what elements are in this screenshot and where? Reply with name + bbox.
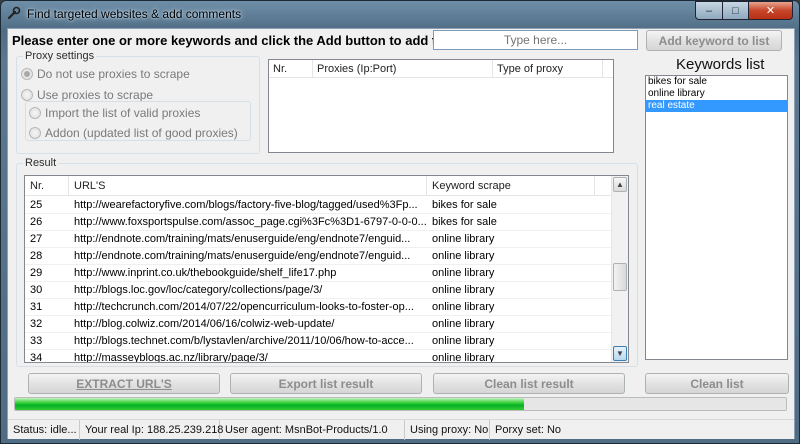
cell-keyword: online library	[432, 318, 495, 330]
table-row[interactable]: 32 http://blog.colwiz.com/2014/06/16/colw…	[25, 316, 613, 333]
radio-label: Import the list of valid proxies	[45, 106, 201, 120]
cell-nr: 31	[30, 301, 43, 313]
list-item[interactable]: online library	[646, 88, 787, 100]
column-urls[interactable]: URL'S	[69, 176, 427, 195]
cell-keyword: online library	[432, 250, 495, 262]
cell-keyword: online library	[432, 301, 495, 313]
cell-url: http://techcrunch.com/2014/07/22/opencur…	[74, 301, 414, 313]
title-bar[interactable]: Find targeted websites & add comments – …	[1, 1, 799, 27]
radio-label: Do not use proxies to scrape	[37, 67, 190, 81]
cell-url: http://blogs.technet.com/b/lystavlen/arc…	[74, 335, 414, 347]
status-user-agent: User agent: MsnBot-Products/1.0	[220, 420, 405, 440]
cell-nr: 32	[30, 318, 43, 330]
window-title: Find targeted websites & add comments	[27, 7, 242, 21]
status-ip: Your real Ip: 188.25.239.218	[80, 420, 223, 440]
list-item[interactable]: bikes for sale	[646, 76, 787, 88]
result-legend: Result	[23, 157, 59, 169]
table-row[interactable]: 33 http://blogs.technet.com/b/lystavlen/a…	[25, 333, 613, 350]
radio-circle[interactable]	[21, 89, 33, 101]
scroll-up-icon[interactable]: ▲	[613, 177, 627, 192]
maximize-button[interactable]: □	[722, 1, 748, 20]
clean-result-button[interactable]: Clean list result	[433, 373, 625, 394]
cell-keyword: bikes for sale	[432, 199, 497, 211]
progress-fill	[15, 398, 524, 410]
cell-keyword: online library	[432, 352, 495, 363]
table-row[interactable]: 25 http://wearefactoryfive.com/blogs/fact…	[25, 197, 613, 214]
keywords-list[interactable]: bikes for sale online library real estat…	[645, 75, 788, 360]
cell-url: http://blog.colwiz.com/2014/06/16/colwiz…	[74, 318, 335, 330]
cell-url: http://blogs.loc.gov/loc/category/collec…	[74, 284, 323, 296]
minimize-button[interactable]: –	[695, 1, 722, 20]
progress-bar	[14, 397, 787, 411]
table-row[interactable]: 29 http://www.inprint.co.uk/thebookguide/…	[25, 265, 613, 282]
status-bar: Status: idle... Your real Ip: 188.25.239…	[8, 419, 794, 440]
result-table-body: 25 http://wearefactoryfive.com/blogs/fact…	[25, 197, 613, 363]
column-nr[interactable]: Nr.	[269, 60, 313, 77]
proxy-settings-group: Proxy settings Do not use proxies to scr…	[16, 50, 260, 154]
cell-keyword: online library	[432, 233, 495, 245]
proxy-source-group: Import the list of valid proxies Addon (…	[25, 101, 251, 141]
result-table-header: Nr. URL'S Keyword scrape	[25, 176, 613, 196]
result-table[interactable]: Nr. URL'S Keyword scrape 25 http://wearef…	[24, 175, 629, 363]
cell-url: http://www.foxsportspulse.com/assoc_page…	[74, 216, 427, 228]
cell-url: http://masseyblogs.ac.nz/library/page/3/	[74, 352, 268, 363]
client-area: Please enter one or more keywords and cl…	[7, 28, 795, 440]
keywords-list-title: Keywords list	[676, 56, 765, 73]
cell-url: http://www.inprint.co.uk/thebookguide/sh…	[74, 267, 337, 279]
radio-no-proxy[interactable]: Do not use proxies to scrape	[21, 67, 190, 81]
column-keyword-scrape[interactable]: Keyword scrape	[427, 176, 595, 195]
radio-circle[interactable]	[21, 68, 33, 80]
cell-url: http://endnote.com/training/mats/enuserg…	[74, 250, 411, 262]
cell-url: http://endnote.com/training/mats/enuserg…	[74, 233, 411, 245]
keyword-input[interactable]	[433, 30, 638, 50]
proxy-settings-legend: Proxy settings	[23, 50, 97, 62]
table-row[interactable]: 34 http://masseyblogs.ac.nz/library/page/…	[25, 350, 613, 363]
table-row[interactable]: 30 http://blogs.loc.gov/loc/category/coll…	[25, 282, 613, 299]
cell-keyword: bikes for sale	[432, 216, 497, 228]
column-proxy-type[interactable]: Type of proxy	[493, 60, 603, 77]
radio-label: Use proxies to scrape	[37, 88, 154, 102]
radio-circle[interactable]	[29, 127, 41, 139]
status-state: Status: idle...	[8, 420, 80, 440]
radio-addon-proxies[interactable]: Addon (updated list of good proxies)	[29, 126, 238, 140]
extract-urls-button[interactable]: EXTRACT URL'S	[28, 373, 220, 394]
table-row[interactable]: 31 http://techcrunch.com/2014/07/22/openc…	[25, 299, 613, 316]
proxy-table-header: Nr. Proxies (Ip:Port) Type of proxy	[269, 60, 613, 78]
result-scrollbar[interactable]: ▲ ▼	[611, 176, 628, 362]
keyword-instruction: Please enter one or more keywords and cl…	[12, 33, 463, 48]
list-item-selected[interactable]: real estate	[646, 100, 787, 112]
status-using-proxy: Using proxy: No	[405, 420, 490, 440]
table-row[interactable]: 26 http://www.foxsportspulse.com/assoc_pa…	[25, 214, 613, 231]
proxy-table[interactable]: Nr. Proxies (Ip:Port) Type of proxy	[268, 59, 614, 153]
cell-nr: 25	[30, 199, 43, 211]
cell-keyword: online library	[432, 335, 495, 347]
table-row[interactable]: 27 http://endnote.com/training/mats/enuse…	[25, 231, 613, 248]
radio-use-proxy[interactable]: Use proxies to scrape	[21, 88, 153, 102]
table-row[interactable]: 28 http://endnote.com/training/mats/enuse…	[25, 248, 613, 265]
status-proxy-set: Porxy set: No	[495, 424, 562, 436]
wrench-icon	[7, 6, 21, 20]
column-proxies[interactable]: Proxies (Ip:Port)	[313, 60, 493, 77]
radio-import-proxies[interactable]: Import the list of valid proxies	[29, 106, 200, 120]
clean-list-button[interactable]: Clean list	[645, 373, 789, 394]
radio-label: Addon (updated list of good proxies)	[45, 126, 238, 140]
cell-nr: 33	[30, 335, 43, 347]
cell-nr: 34	[30, 352, 43, 363]
cell-nr: 27	[30, 233, 43, 245]
cell-nr: 26	[30, 216, 43, 228]
scroll-down-icon[interactable]: ▼	[613, 346, 627, 361]
add-keyword-button[interactable]: Add keyword to list	[646, 30, 782, 51]
cell-keyword: online library	[432, 284, 495, 296]
close-button[interactable]: ✕	[748, 1, 793, 20]
cell-nr: 29	[30, 267, 43, 279]
radio-circle[interactable]	[29, 107, 41, 119]
cell-url: http://wearefactoryfive.com/blogs/factor…	[74, 199, 418, 211]
scroll-thumb[interactable]	[613, 263, 627, 291]
cell-keyword: online library	[432, 267, 495, 279]
cell-nr: 30	[30, 284, 43, 296]
export-list-button[interactable]: Export list result	[230, 373, 422, 394]
app-window: Find targeted websites & add comments – …	[0, 0, 800, 444]
cell-nr: 28	[30, 250, 43, 262]
column-nr[interactable]: Nr.	[25, 176, 69, 195]
